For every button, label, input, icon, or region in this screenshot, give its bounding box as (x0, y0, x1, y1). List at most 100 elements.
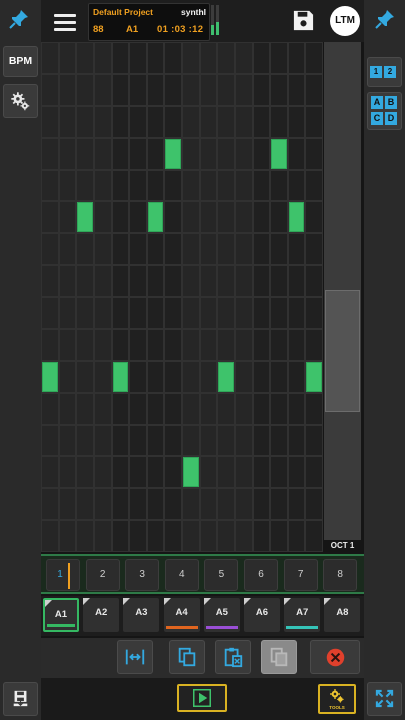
grid-cell[interactable] (270, 456, 288, 489)
note-block[interactable] (218, 361, 234, 392)
grid-cell[interactable] (287, 297, 306, 329)
note-block[interactable] (288, 202, 305, 233)
grid-cell[interactable] (199, 42, 218, 74)
settings-button[interactable] (3, 84, 38, 118)
grid-cell[interactable] (287, 520, 306, 552)
grid-cell[interactable] (305, 456, 323, 489)
grid-cell[interactable] (252, 488, 271, 521)
grid-cell[interactable] (182, 169, 200, 202)
grid-cell[interactable] (58, 456, 77, 489)
grid-cell[interactable] (93, 392, 112, 425)
grid-cell[interactable] (252, 169, 271, 202)
grid-cell[interactable] (305, 297, 323, 329)
grid-cell[interactable] (146, 73, 165, 106)
grid-cell[interactable] (58, 137, 77, 170)
grid-cell[interactable] (234, 360, 253, 393)
pattern-button-a4[interactable]: A4 (163, 598, 200, 632)
grid-cell[interactable] (76, 137, 94, 170)
grid-cell[interactable] (287, 169, 306, 202)
piano-roll-grid[interactable] (41, 42, 323, 552)
bar-button-7[interactable]: 7 (283, 559, 318, 591)
grid-cell[interactable] (234, 328, 253, 361)
grid-cell[interactable] (199, 424, 218, 457)
grid-cell[interactable] (41, 105, 59, 138)
bpm-button[interactable]: BPM (3, 46, 38, 77)
pattern-button-a2[interactable]: A2 (83, 598, 120, 632)
grid-cell[interactable] (129, 105, 147, 138)
grid-cell[interactable] (270, 233, 288, 266)
grid-cell[interactable] (41, 297, 59, 329)
grid-cell[interactable] (111, 201, 130, 234)
grid-cell[interactable] (182, 265, 200, 297)
grid-cell[interactable] (41, 424, 59, 457)
grid-cell[interactable] (252, 233, 271, 266)
grid-cell[interactable] (129, 265, 147, 297)
note-block[interactable] (165, 138, 181, 169)
grid-cell[interactable] (252, 360, 271, 393)
grid-cell[interactable] (252, 137, 271, 170)
grid-cell[interactable] (111, 424, 130, 457)
grid-cell[interactable] (217, 424, 235, 457)
grid-cell[interactable] (182, 297, 200, 329)
grid-cell[interactable] (129, 392, 147, 425)
grid-cell[interactable] (217, 73, 235, 106)
pattern-button-a5[interactable]: A5 (203, 598, 240, 632)
grid-cell[interactable] (234, 201, 253, 234)
grid-cell[interactable] (182, 105, 200, 138)
grid-cell[interactable] (58, 360, 77, 393)
grid-cell[interactable] (252, 297, 271, 329)
grid-cell[interactable] (41, 488, 59, 521)
grid-cell[interactable] (305, 488, 323, 521)
bar-button-1[interactable]: 1 (46, 559, 80, 591)
grid-cell[interactable] (217, 169, 235, 202)
grid-cell[interactable] (217, 520, 235, 552)
grid-cell[interactable] (129, 73, 147, 106)
grid-cell[interactable] (41, 265, 59, 297)
grid-cell[interactable] (93, 265, 112, 297)
bar-button-3[interactable]: 3 (125, 559, 160, 591)
note-block[interactable] (306, 361, 322, 392)
grid-cell[interactable] (287, 137, 306, 170)
grid-cell[interactable] (93, 73, 112, 106)
grid-cell[interactable] (305, 265, 323, 297)
grid-cell[interactable] (199, 169, 218, 202)
grid-cell[interactable] (252, 328, 271, 361)
grid-cell[interactable] (199, 265, 218, 297)
bar-button-2[interactable]: 2 (85, 559, 120, 591)
grid-cell[interactable] (146, 456, 165, 489)
grid-cell[interactable] (41, 456, 59, 489)
grid-cell[interactable] (111, 169, 130, 202)
grid-cell[interactable] (58, 42, 77, 74)
grid-cell[interactable] (217, 42, 235, 74)
grid-cell[interactable] (287, 328, 306, 361)
grid-cell[interactable] (76, 297, 94, 329)
grid-cell[interactable] (164, 201, 182, 234)
grid-cell[interactable] (41, 520, 59, 552)
grid-cell[interactable] (182, 73, 200, 106)
grid-cell[interactable] (164, 265, 182, 297)
grid-cell[interactable] (41, 201, 59, 234)
grid-cell[interactable] (111, 488, 130, 521)
grid-cell[interactable] (287, 360, 306, 393)
grid-cell[interactable] (305, 233, 323, 266)
octave-scroll-thumb[interactable] (325, 290, 360, 412)
grid-cell[interactable] (58, 488, 77, 521)
grid-cell[interactable] (217, 297, 235, 329)
copy-button[interactable] (169, 640, 205, 674)
grid-cell[interactable] (234, 297, 253, 329)
grid-cell[interactable] (111, 328, 130, 361)
grid-cell[interactable] (76, 42, 94, 74)
grid-cell[interactable] (217, 265, 235, 297)
grid-cell[interactable] (217, 105, 235, 138)
pattern-button-a8[interactable]: A8 (324, 598, 361, 632)
grid-cell[interactable] (305, 328, 323, 361)
bar-button-4[interactable]: 4 (164, 559, 199, 591)
grid-cell[interactable] (111, 392, 130, 425)
grid-cell[interactable] (93, 456, 112, 489)
grid-cell[interactable] (199, 201, 218, 234)
grid-cell[interactable] (129, 456, 147, 489)
grid-cell[interactable] (146, 42, 165, 74)
grid-cell[interactable] (111, 42, 130, 74)
grid-cell[interactable] (146, 233, 165, 266)
grid-cell[interactable] (234, 137, 253, 170)
